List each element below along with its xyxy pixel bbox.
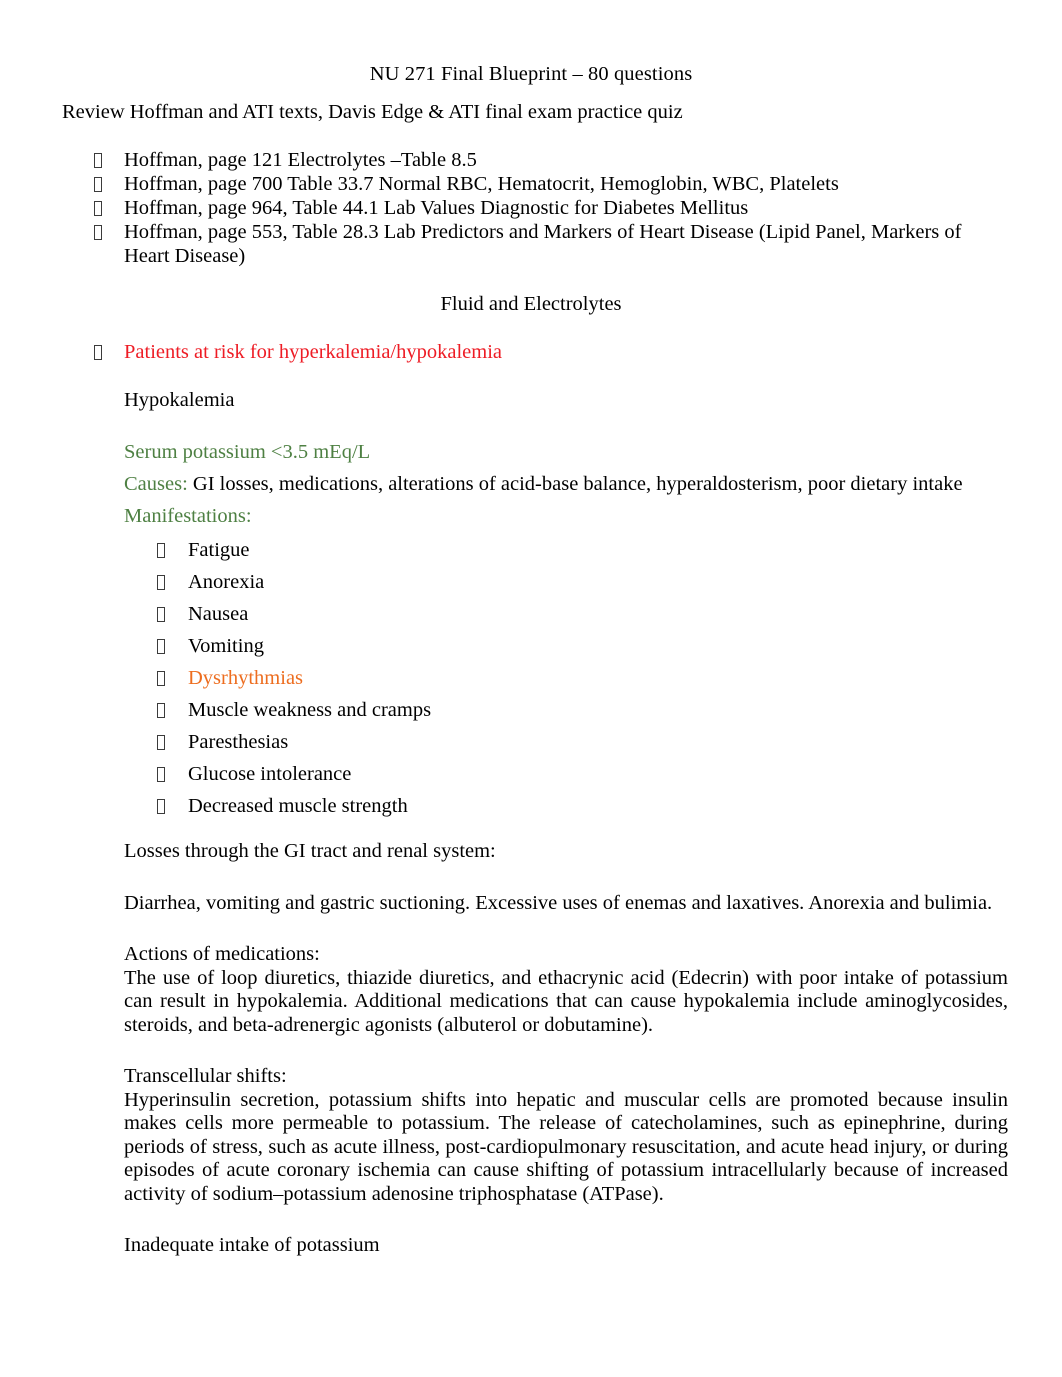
list-item-label: Anorexia — [188, 571, 265, 593]
review-line-text: Review Hoffman and ATI texts, Davis Edge… — [62, 101, 683, 123]
bullet-box-icon — [94, 196, 124, 220]
list-item-label: Hoffman, page 964, Table 44.1 Lab Values… — [124, 197, 749, 219]
medications-heading: Actions of medications: — [124, 943, 1008, 967]
inadequate-intake-heading: Inadequate intake of potassium — [124, 1234, 1008, 1258]
list-item: Hoffman, page 964, Table 44.1 Lab Values… — [0, 196, 1062, 220]
bullet-box-icon — [157, 758, 188, 790]
bullet-box-icon — [157, 566, 188, 598]
section-heading-text: Fluid and Electrolytes — [440, 293, 622, 315]
manifestations-label: Manifestations: — [124, 505, 252, 527]
bullet-box-icon — [157, 630, 188, 662]
list-item-label: Hoffman, page 121 Electrolytes –Table 8.… — [124, 149, 477, 171]
causes-line: Causes: GI losses, medications, alterati… — [124, 472, 1008, 496]
reference-list: Hoffman, page 121 Electrolytes –Table 8.… — [0, 148, 1062, 268]
list-item-label: Hoffman, page 700 Table 33.7 Normal RBC,… — [124, 173, 839, 195]
bullet-box-icon — [157, 726, 188, 758]
list-item: Dysrhythmias — [124, 662, 1008, 694]
list-item-label: Hoffman, page 553, Table 28.3 Lab Predic… — [124, 221, 962, 267]
losses-heading-text: Losses through the GI tract and renal sy… — [124, 840, 496, 862]
list-item-label: Dysrhythmias — [188, 662, 1008, 694]
list-item: Muscle weakness and cramps — [124, 694, 1008, 726]
hypokalemia-heading-text: Hypokalemia — [124, 389, 235, 411]
bullet-box-icon — [157, 662, 188, 694]
manifestations-list: Fatigue Anorexia Nausea Vomiting Dysrhyt… — [124, 534, 1008, 822]
medications-body: The use of loop diuretics, thiazide diur… — [124, 966, 1008, 1036]
bullet-box-icon — [157, 790, 188, 822]
list-item: Hoffman, page 553, Table 28.3 Lab Predic… — [0, 220, 1062, 268]
section-heading: Fluid and Electrolytes — [0, 292, 1062, 316]
list-item: Vomiting — [124, 630, 1008, 662]
losses-heading: Losses through the GI tract and renal sy… — [124, 840, 1008, 864]
inadequate-intake-text: Inadequate intake of potassium — [124, 1234, 380, 1256]
bullet-box-icon — [157, 598, 188, 630]
bullet-box-icon — [157, 534, 188, 566]
list-item: Hoffman, page 700 Table 33.7 Normal RBC,… — [0, 172, 1062, 196]
risk-bullet-label: Patients at risk for hyperkalemia/hypoka… — [124, 341, 502, 363]
bullet-box-icon — [157, 694, 188, 726]
list-item-label: Vomiting — [188, 635, 264, 657]
page-title-text: NU 271 Final Blueprint – 80 questions — [369, 63, 693, 85]
list-item-label: Muscle weakness and cramps — [188, 699, 432, 721]
list-item-label: Paresthesias — [188, 731, 289, 753]
review-line: Review Hoffman and ATI texts, Davis Edge… — [62, 100, 683, 125]
risk-bullet-row: Patients at risk for hyperkalemia/hypoka… — [94, 340, 502, 364]
page-title: NU 271 Final Blueprint – 80 questions — [0, 62, 1062, 86]
list-item: Fatigue — [124, 534, 1008, 566]
list-item: Decreased muscle strength — [124, 790, 1008, 822]
hypokalemia-heading: Hypokalemia — [124, 388, 1008, 412]
list-item-label: Decreased muscle strength — [188, 795, 408, 817]
causes-label: Causes: — [124, 473, 188, 495]
hypokalemia-section: Hypokalemia Serum potassium <3.5 mEq/L C… — [124, 388, 1008, 1258]
transcellular-body: Hyperinsulin secretion, potassium shifts… — [124, 1088, 1008, 1205]
transcellular-heading: Transcellular shifts: — [124, 1065, 1008, 1089]
list-item: Anorexia — [124, 566, 1008, 598]
manifestations-line: Manifestations: — [124, 504, 1008, 528]
losses-body: Diarrhea, vomiting and gastric suctionin… — [124, 891, 993, 914]
bullet-box-icon — [94, 340, 124, 364]
list-item: Nausea — [124, 598, 1008, 630]
list-item-label: Fatigue — [188, 539, 250, 561]
medications-heading-text: Actions of medications: — [124, 943, 320, 965]
list-item: Glucose intolerance — [124, 758, 1008, 790]
list-item-label: Nausea — [188, 603, 249, 625]
bullet-box-icon — [94, 148, 124, 172]
list-item: Paresthesias — [124, 726, 1008, 758]
document-page: NU 271 Final Blueprint – 80 questions Re… — [0, 0, 1062, 1377]
causes-text: GI losses, medications, alterations of a… — [187, 473, 963, 495]
list-item-label: Glucose intolerance — [188, 763, 352, 785]
list-item: Hoffman, page 121 Electrolytes –Table 8.… — [0, 148, 1062, 172]
serum-potassium-value: Serum potassium <3.5 mEq/L — [124, 441, 371, 463]
bullet-box-icon — [94, 220, 124, 244]
transcellular-heading-text: Transcellular shifts: — [124, 1065, 287, 1087]
bullet-box-icon — [94, 172, 124, 196]
serum-potassium-line: Serum potassium <3.5 mEq/L — [124, 440, 1008, 464]
